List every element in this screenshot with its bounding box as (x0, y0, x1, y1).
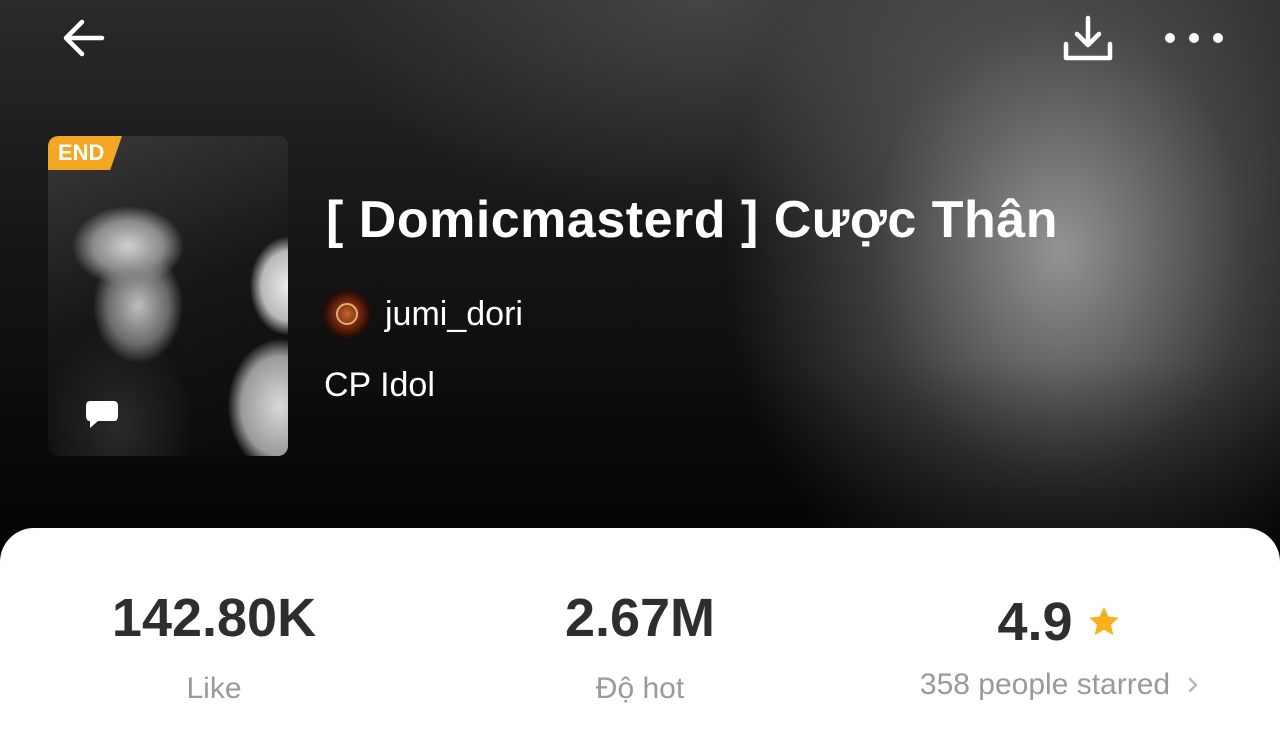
like-stat: 142.80K Like (84, 528, 344, 706)
download-button[interactable] (1056, 8, 1120, 68)
star-icon (1085, 603, 1123, 641)
end-badge: END (48, 136, 122, 170)
book-cover[interactable]: END (48, 136, 288, 456)
rating-value: 4.9 (997, 592, 1073, 652)
author-name: jumi_dori (385, 294, 523, 333)
more-options-button[interactable] (1162, 8, 1226, 68)
like-count: 142.80K (111, 588, 317, 648)
book-title: [ Domicmasterd ] Cược Thân (326, 191, 1058, 249)
arrow-left-icon (63, 19, 105, 57)
hot-label: Độ hot (595, 672, 685, 705)
rating-row: 4.9 (997, 590, 1122, 654)
stats-card: 142.80K Like 2.67M Độ hot 4.9 358 people… (0, 528, 1280, 748)
hot-count: 2.67M (564, 588, 716, 648)
ratings-link[interactable]: 358 people starred (920, 668, 1200, 702)
download-icon (1063, 15, 1113, 61)
rating-stat: 4.9 358 people starred (900, 528, 1220, 702)
starred-count-label: 358 people starred (919, 668, 1171, 701)
chevron-right-icon (1186, 675, 1200, 695)
chat-bubble-icon (82, 396, 122, 432)
book-category[interactable]: CP Idol (324, 366, 435, 405)
hot-stat: 2.67M Độ hot (510, 528, 770, 706)
more-horizontal-icon (1165, 33, 1223, 43)
back-button[interactable] (52, 8, 116, 68)
author-avatar (323, 290, 371, 338)
like-label: Like (186, 672, 242, 705)
author-link[interactable]: jumi_dori (323, 290, 523, 338)
